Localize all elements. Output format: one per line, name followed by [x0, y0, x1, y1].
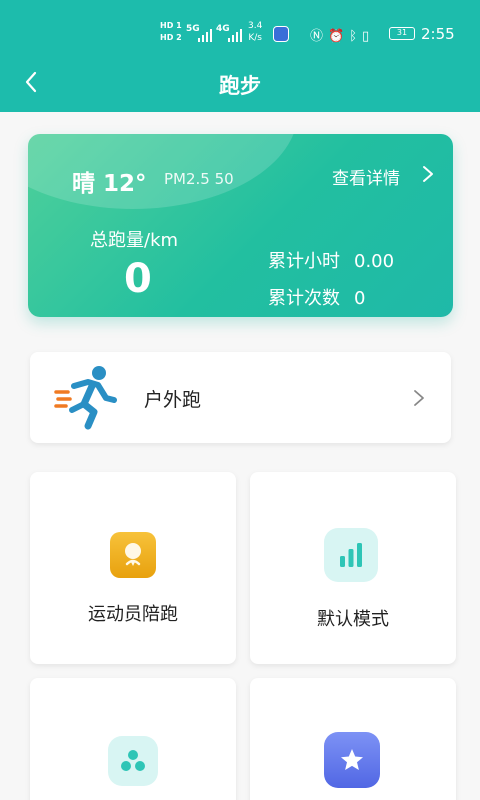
app-notification-icon [273, 26, 289, 42]
decorative-arc [28, 134, 298, 209]
clock: 2:55 [421, 25, 455, 43]
count-value: 0 [354, 288, 366, 309]
default-mode-tile[interactable]: 默认模式 [250, 472, 456, 664]
athlete-icon [110, 532, 156, 578]
page-title: 跑步 [219, 74, 261, 98]
summary-card: 晴 12° PM2.5 50 查看详情 总跑量/km 0 累计小时 0.00 累计… [28, 134, 453, 317]
system-icons: Ⓝ⏰ᛒ▯ [310, 25, 374, 44]
vibrate-icon: ▯ [362, 29, 375, 44]
outdoor-run-button[interactable]: 户外跑 [30, 352, 451, 443]
pm25-text: PM2.5 50 [164, 170, 234, 188]
status-bar: HD 1 HD 2 5G 4G 3.4 K/s Ⓝ⏰ᛒ▯ 31 2:55 [0, 18, 480, 52]
star-icon [324, 732, 380, 788]
mode-label: 运动员陪跑 [88, 604, 178, 625]
hours-value: 0.00 [354, 251, 395, 272]
bar-chart-icon [324, 528, 378, 582]
mode-tile-3[interactable] [30, 678, 236, 800]
hours-label: 累计小时 [268, 251, 340, 272]
network-speed: 3.4 K/s [248, 20, 262, 44]
nfc-icon: Ⓝ [310, 29, 329, 44]
speed-value: 3.4 [248, 21, 263, 31]
bluetooth-icon: ᛒ [349, 29, 363, 44]
app-header-bar: HD 1 HD 2 5G 4G 3.4 K/s Ⓝ⏰ᛒ▯ 31 2:55 跑步 [0, 0, 480, 112]
weather-text: 晴 12° [72, 171, 147, 197]
runner-icon [54, 366, 117, 430]
hd-indicators: HD 1 HD 2 [160, 20, 182, 44]
count-label: 累计次数 [268, 288, 340, 309]
athlete-pace-mode-tile[interactable]: 运动员陪跑 [30, 472, 236, 664]
hd2-label: HD 2 [160, 33, 182, 42]
mode-label: 默认模式 [317, 609, 389, 630]
total-distance-value: 0 [124, 256, 152, 302]
speed-unit: K/s [248, 33, 262, 43]
share-nodes-icon [108, 736, 158, 786]
total-distance-label: 总跑量/km [90, 230, 179, 251]
outdoor-run-label: 户外跑 [144, 389, 202, 411]
battery-level: 31 [396, 28, 408, 37]
nav-header: 跑步 [0, 56, 480, 112]
count-stat: 累计次数 0 [268, 284, 365, 310]
battery-icon: 31 [389, 27, 415, 40]
hd1-label: HD 1 [160, 21, 182, 30]
hours-stat: 累计小时 0.00 [268, 247, 394, 273]
chevron-right-icon[interactable] [420, 164, 436, 184]
view-details-link[interactable]: 查看详情 [332, 164, 400, 189]
mode-tile-4[interactable] [250, 678, 456, 800]
signal-2-icon [228, 28, 242, 42]
chevron-right-icon [414, 390, 424, 406]
alarm-icon: ⏰ [328, 29, 350, 44]
signal-1-icon [198, 28, 212, 42]
